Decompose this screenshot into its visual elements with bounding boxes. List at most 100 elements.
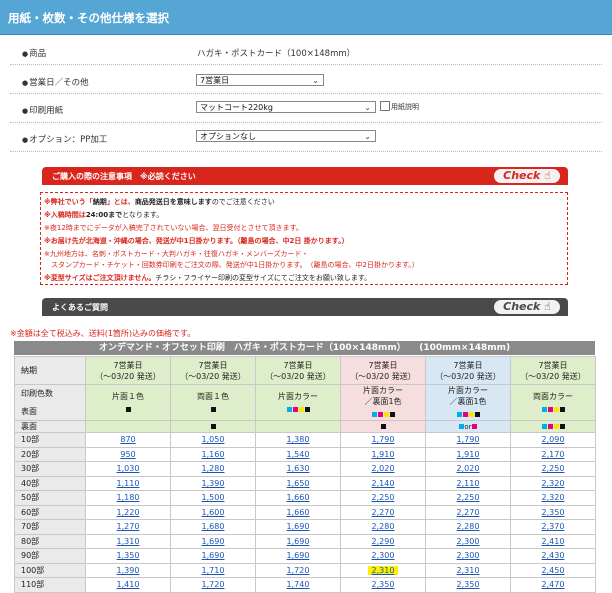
price-link[interactable]: 2,350	[457, 580, 480, 589]
price-link[interactable]: 1,110	[117, 479, 140, 488]
price-cell: 1,050	[170, 432, 256, 448]
quantity-label: 70部	[14, 519, 86, 535]
price-link[interactable]: 1,660	[287, 493, 310, 502]
price-link[interactable]: 1,350	[117, 551, 140, 560]
price-row: 110部 1,410 1,720 1,740 2,350 2,350 2,470	[14, 577, 596, 593]
print-colors-cell: 片面１色	[85, 384, 171, 421]
price-link[interactable]: 2,350	[542, 508, 565, 517]
price-link[interactable]: 950	[120, 450, 135, 459]
price-link[interactable]: 1,030	[117, 464, 140, 473]
price-link[interactable]: 1,500	[202, 493, 225, 502]
faq-check-button[interactable]: Check ☝	[494, 300, 560, 314]
price-link[interactable]: 1,390	[202, 479, 225, 488]
option-select[interactable]: オプションなし ⌄	[196, 130, 376, 142]
business-days-select[interactable]: 7営業日 ⌄	[196, 74, 324, 86]
price-link[interactable]: 2,140	[372, 479, 395, 488]
price-link[interactable]: 1,540	[287, 450, 310, 459]
price-cell: 1,500	[170, 490, 256, 506]
price-link[interactable]: 2,300	[457, 551, 480, 560]
price-link[interactable]: 1,280	[202, 464, 225, 473]
price-link[interactable]: 1,690	[202, 537, 225, 546]
price-link[interactable]: 1,910	[457, 450, 480, 459]
price-link[interactable]: 2,020	[372, 464, 395, 473]
price-link[interactable]: 1,380	[287, 435, 310, 444]
price-link[interactable]: 1,220	[117, 508, 140, 517]
price-link[interactable]: 2,090	[542, 435, 565, 444]
price-link[interactable]: 2,110	[457, 479, 480, 488]
price-link[interactable]: 1,310	[117, 537, 140, 546]
price-link[interactable]: 1,600	[202, 508, 225, 517]
delivery-days: 7営業日	[538, 360, 568, 370]
chevron-down-icon: ⌄	[364, 132, 371, 141]
price-link[interactable]: 1,160	[202, 450, 225, 459]
price-link[interactable]: 1,660	[287, 508, 310, 517]
notice-bar[interactable]: ご購入の際の注意事項 ※必読ください Check ☝	[42, 167, 568, 185]
price-link[interactable]: 2,270	[457, 508, 480, 517]
price-cell: 1,910	[425, 446, 511, 462]
price-link[interactable]: 2,170	[542, 450, 565, 459]
price-link[interactable]: 1,650	[287, 479, 310, 488]
price-link[interactable]: 2,430	[542, 551, 565, 560]
price-link[interactable]: 2,280	[372, 522, 395, 531]
paper-desc-checkbox[interactable]	[380, 101, 390, 111]
price-link[interactable]: 1,180	[117, 493, 140, 502]
price-cell: 1,030	[85, 461, 171, 477]
price-link[interactable]: 2,320	[542, 479, 565, 488]
delivery-cell: 7営業日 （〜03/20 発送）	[425, 356, 511, 385]
price-link[interactable]: 2,290	[372, 537, 395, 546]
faq-bar[interactable]: よくあるご質問 Check ☝	[42, 298, 568, 316]
print-colors-label: 印刷色数 表面	[14, 384, 86, 421]
print-colors-cell: 両面カラー	[510, 384, 596, 421]
cyan-swatch	[371, 412, 377, 417]
price-link[interactable]: 2,280	[457, 522, 480, 531]
price-link[interactable]: 2,350	[372, 580, 395, 589]
price-link[interactable]: 2,020	[457, 464, 480, 473]
price-link[interactable]: 1,720	[287, 566, 310, 575]
price-cell: 1,660	[255, 490, 341, 506]
price-link[interactable]: 1,720	[202, 580, 225, 589]
price-link[interactable]: 2,300	[457, 537, 480, 546]
price-link[interactable]: 1,690	[202, 551, 225, 560]
price-link[interactable]: 1,790	[372, 435, 395, 444]
front-swatches	[257, 404, 340, 415]
price-link[interactable]: 1,050	[202, 435, 225, 444]
paper-select[interactable]: マットコート220kg ⌄	[196, 101, 376, 113]
price-cell: 950	[85, 446, 171, 462]
notice-line: ※お届け先が北海道・沖縄の場合、発送が中1日掛かります。（離島の場合、中2日 掛…	[44, 237, 349, 245]
price-link[interactable]: 2,310	[457, 566, 480, 575]
price-cell: 2,280	[340, 519, 426, 535]
price-link[interactable]: 2,250	[457, 493, 480, 502]
price-link[interactable]: 2,370	[542, 522, 565, 531]
price-link[interactable]: 1,630	[287, 464, 310, 473]
price-link[interactable]: 1,790	[457, 435, 480, 444]
price-link[interactable]: 2,450	[542, 566, 565, 575]
price-link[interactable]: 1,680	[202, 522, 225, 531]
price-link[interactable]: 1,710	[202, 566, 225, 575]
price-cell: 870	[85, 432, 171, 448]
price-link[interactable]: 1,270	[117, 522, 140, 531]
quantity-label: 40部	[14, 475, 86, 491]
price-link[interactable]: 1,690	[287, 522, 310, 531]
back-label: 裏面	[14, 420, 86, 433]
price-link[interactable]: 1,690	[287, 551, 310, 560]
notice-line: ※入稿時間は24:00までとなります。	[44, 211, 164, 219]
price-link[interactable]: 1,740	[287, 580, 310, 589]
price-link[interactable]: 1,410	[117, 580, 140, 589]
quantity-label: 10部	[14, 432, 86, 448]
price-link[interactable]: 2,250	[542, 464, 565, 473]
price-link[interactable]: 2,320	[542, 493, 565, 502]
price-link[interactable]: 2,250	[372, 493, 395, 502]
price-link[interactable]: 1,390	[117, 566, 140, 575]
price-link[interactable]: 870	[120, 435, 135, 444]
price-link[interactable]: 2,300	[372, 551, 395, 560]
price-link[interactable]: 2,410	[542, 537, 565, 546]
price-link[interactable]: 2,270	[372, 508, 395, 517]
price-link[interactable]: 1,910	[372, 450, 395, 459]
price-link[interactable]: 2,470	[542, 580, 565, 589]
paper-label: ●印刷用紙	[22, 106, 64, 116]
price-link[interactable]: 2,310	[367, 565, 399, 575]
ship-date: （〜03/20 発送）	[95, 371, 161, 381]
black-swatch	[559, 424, 565, 429]
notice-check-button[interactable]: Check ☝	[494, 169, 560, 183]
price-link[interactable]: 1,690	[287, 537, 310, 546]
